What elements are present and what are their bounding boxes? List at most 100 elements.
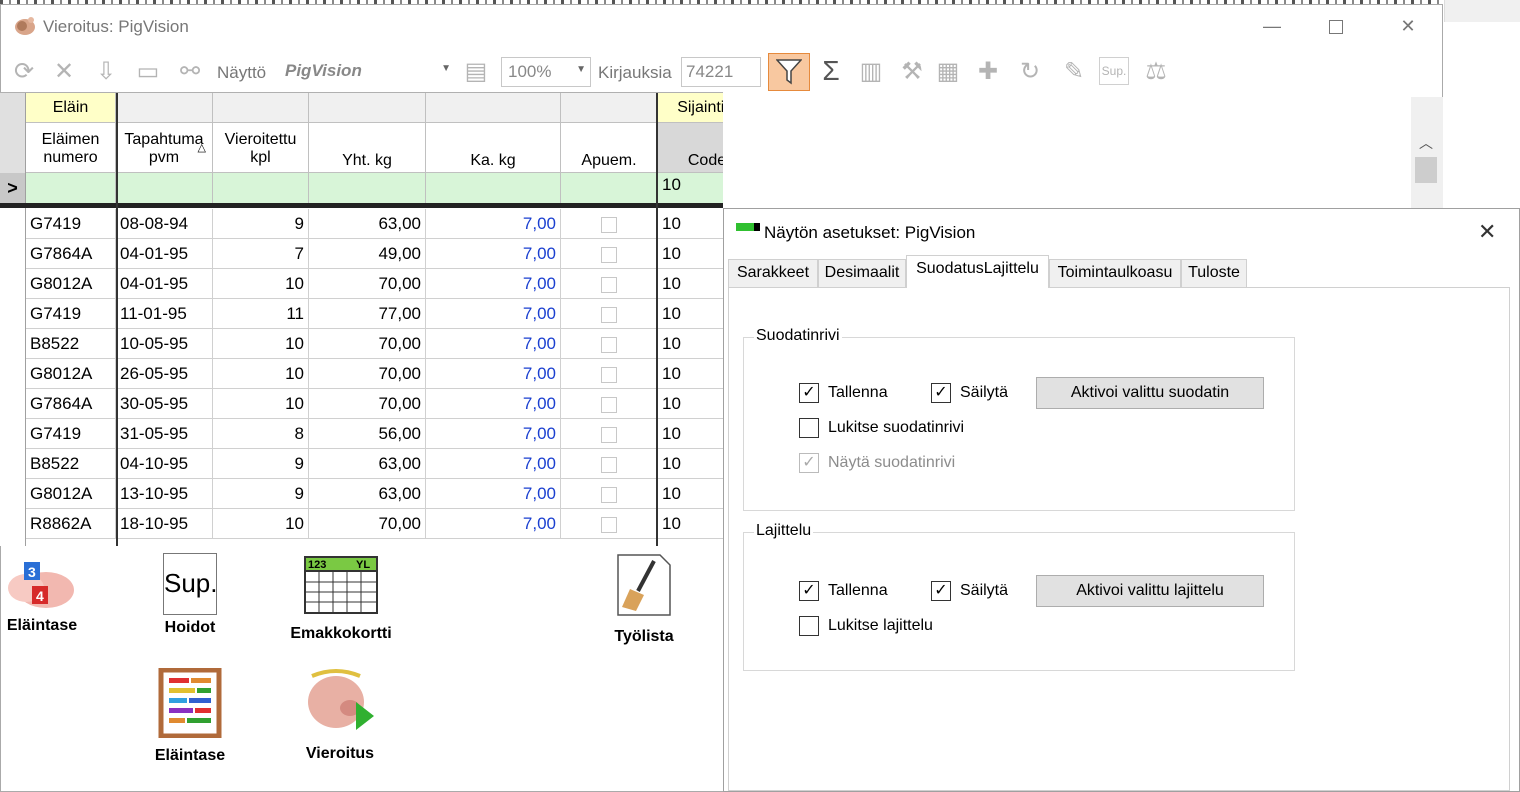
cell-code[interactable]: 10 (658, 359, 723, 389)
cell-event-date[interactable]: 10-05-95 (116, 329, 213, 359)
zoom-select[interactable]: 100% ▼ (501, 57, 591, 87)
cell-avg-kg[interactable]: 7,00 (426, 419, 561, 449)
cell-event-date[interactable]: 30-05-95 (116, 389, 213, 419)
nurse-sow-checkbox[interactable] (601, 246, 617, 263)
column-header-animal-number[interactable]: Eläimen numero (26, 123, 116, 173)
cell-total-kg[interactable]: 70,00 (309, 509, 426, 539)
cell-event-date[interactable]: 08-08-94 (116, 209, 213, 239)
cell-code[interactable]: 10 (658, 449, 723, 479)
nurse-sow-checkbox[interactable] (601, 216, 617, 233)
shortcut-elaintase[interactable]: 3 4 Eläintase (2, 556, 82, 635)
save-view-icon[interactable]: ▤ (461, 55, 491, 87)
cell-total-kg[interactable]: 56,00 (309, 419, 426, 449)
cell-nurse-sow[interactable] (561, 509, 658, 539)
sort-keep-checkbox[interactable]: ✓ Säilytä (931, 581, 1008, 601)
cell-nurse-sow[interactable] (561, 329, 658, 359)
print-icon[interactable]: ▭ (133, 55, 163, 87)
cell-event-date[interactable]: 11-01-95 (116, 299, 213, 329)
column-header-code[interactable]: Code (658, 123, 723, 173)
cell-nurse-sow[interactable] (561, 209, 658, 239)
column-header-avg-kg[interactable]: Ka. kg (426, 123, 561, 173)
cell-nurse-sow[interactable] (561, 239, 658, 269)
cell-total-kg[interactable]: 63,00 (309, 209, 426, 239)
tab-toimintaulkoasu[interactable]: Toimintaulkoasu (1049, 259, 1181, 287)
activate-sort-button[interactable]: Aktivoi valittu lajittelu (1036, 575, 1264, 607)
refresh-icon[interactable]: ⟳ (9, 55, 39, 87)
column-header-nurse-sow[interactable]: Apuem. (561, 123, 658, 173)
cell-total-kg[interactable]: 63,00 (309, 449, 426, 479)
calendar-grid-icon[interactable]: ▦ (933, 55, 963, 87)
cell-weaned-count[interactable]: 10 (213, 359, 309, 389)
nurse-sow-checkbox[interactable] (601, 366, 617, 383)
cell-animal-number[interactable]: G8012A (26, 479, 116, 509)
export-icon[interactable]: ⇩ (91, 55, 121, 87)
nurse-sow-checkbox[interactable] (601, 276, 617, 293)
nurse-sow-checkbox[interactable] (601, 426, 617, 443)
cell-event-date[interactable]: 18-10-95 (116, 509, 213, 539)
close-icon[interactable]: ✕ (1478, 219, 1496, 245)
cell-code[interactable]: 10 (658, 419, 723, 449)
cell-avg-kg[interactable]: 7,00 (426, 269, 561, 299)
cell-total-kg[interactable]: 49,00 (309, 239, 426, 269)
cell-event-date[interactable]: 04-01-95 (116, 239, 213, 269)
filter-cell-avg[interactable] (426, 173, 561, 203)
cell-total-kg[interactable]: 63,00 (309, 479, 426, 509)
shortcut-tyolista[interactable]: Työlista (604, 553, 684, 646)
cell-animal-number[interactable]: G8012A (26, 359, 116, 389)
cell-weaned-count[interactable]: 10 (213, 269, 309, 299)
tab-sarakkeet[interactable]: Sarakkeet (728, 259, 818, 287)
cell-event-date[interactable]: 13-10-95 (116, 479, 213, 509)
grid-corner[interactable] (0, 93, 26, 173)
delete-icon[interactable]: ✕ (49, 55, 79, 87)
filter-save-checkbox[interactable]: ✓ Tallenna (799, 383, 888, 403)
grid-vertical-scrollbar[interactable]: ︿ (1411, 97, 1443, 213)
cell-total-kg[interactable]: 70,00 (309, 329, 426, 359)
sort-lock-checkbox[interactable]: Lukitse lajittelu (799, 616, 933, 636)
cell-code[interactable]: 10 (658, 329, 723, 359)
cell-animal-number[interactable]: G7419 (26, 299, 116, 329)
cell-total-kg[interactable]: 70,00 (309, 269, 426, 299)
sup-icon[interactable]: Sup. (1099, 57, 1129, 85)
cell-weaned-count[interactable]: 10 (213, 509, 309, 539)
cell-weaned-count[interactable]: 9 (213, 449, 309, 479)
cell-avg-kg[interactable]: 7,00 (426, 299, 561, 329)
cell-animal-number[interactable]: B8522 (26, 329, 116, 359)
filter-cell-date[interactable] (116, 173, 213, 203)
shortcut-emakkokortti[interactable]: 123 YL Emakkokortti (286, 556, 396, 643)
maximize-button[interactable] (1313, 11, 1359, 41)
scroll-thumb[interactable] (1415, 157, 1437, 183)
row-selector-column[interactable] (0, 208, 26, 546)
cell-code[interactable]: 10 (658, 239, 723, 269)
tab-suodatus-lajittelu[interactable]: SuodatusLajittelu (906, 255, 1049, 288)
column-header-total-kg[interactable]: Yht. kg (309, 123, 426, 173)
cell-code[interactable]: 10 (658, 299, 723, 329)
cell-avg-kg[interactable]: 7,00 (426, 329, 561, 359)
nurse-sow-checkbox[interactable] (601, 516, 617, 533)
cell-avg-kg[interactable]: 7,00 (426, 239, 561, 269)
close-button[interactable]: ✕ (1385, 11, 1431, 41)
cell-nurse-sow[interactable] (561, 359, 658, 389)
wrench-icon[interactable]: ⚒ (897, 55, 927, 87)
nurse-sow-checkbox[interactable] (601, 456, 617, 473)
cell-total-kg[interactable]: 77,00 (309, 299, 426, 329)
cell-nurse-sow[interactable] (561, 479, 658, 509)
cell-nurse-sow[interactable] (561, 389, 658, 419)
cell-animal-number[interactable]: R8862A (26, 509, 116, 539)
cell-avg-kg[interactable]: 7,00 (426, 389, 561, 419)
cell-nurse-sow[interactable] (561, 299, 658, 329)
cell-animal-number[interactable]: G7419 (26, 419, 116, 449)
cell-avg-kg[interactable]: 7,00 (426, 509, 561, 539)
nurse-sow-checkbox[interactable] (601, 306, 617, 323)
cell-code[interactable]: 10 (658, 269, 723, 299)
nurse-sow-checkbox[interactable] (601, 396, 617, 413)
filter-toggle-button[interactable] (768, 53, 810, 91)
cell-weaned-count[interactable]: 9 (213, 209, 309, 239)
filter-cell-count[interactable] (213, 173, 309, 203)
shortcut-elaintase-2[interactable]: Eläintase (150, 667, 230, 765)
cell-event-date[interactable]: 04-01-95 (116, 269, 213, 299)
display-select[interactable]: PigVision ▼ (279, 57, 455, 87)
scale-icon[interactable]: ⚖ (1141, 55, 1171, 87)
nurse-sow-checkbox[interactable] (601, 336, 617, 353)
filter-cell-code[interactable]: 10 (658, 173, 723, 203)
nurse-sow-checkbox[interactable] (601, 486, 617, 503)
